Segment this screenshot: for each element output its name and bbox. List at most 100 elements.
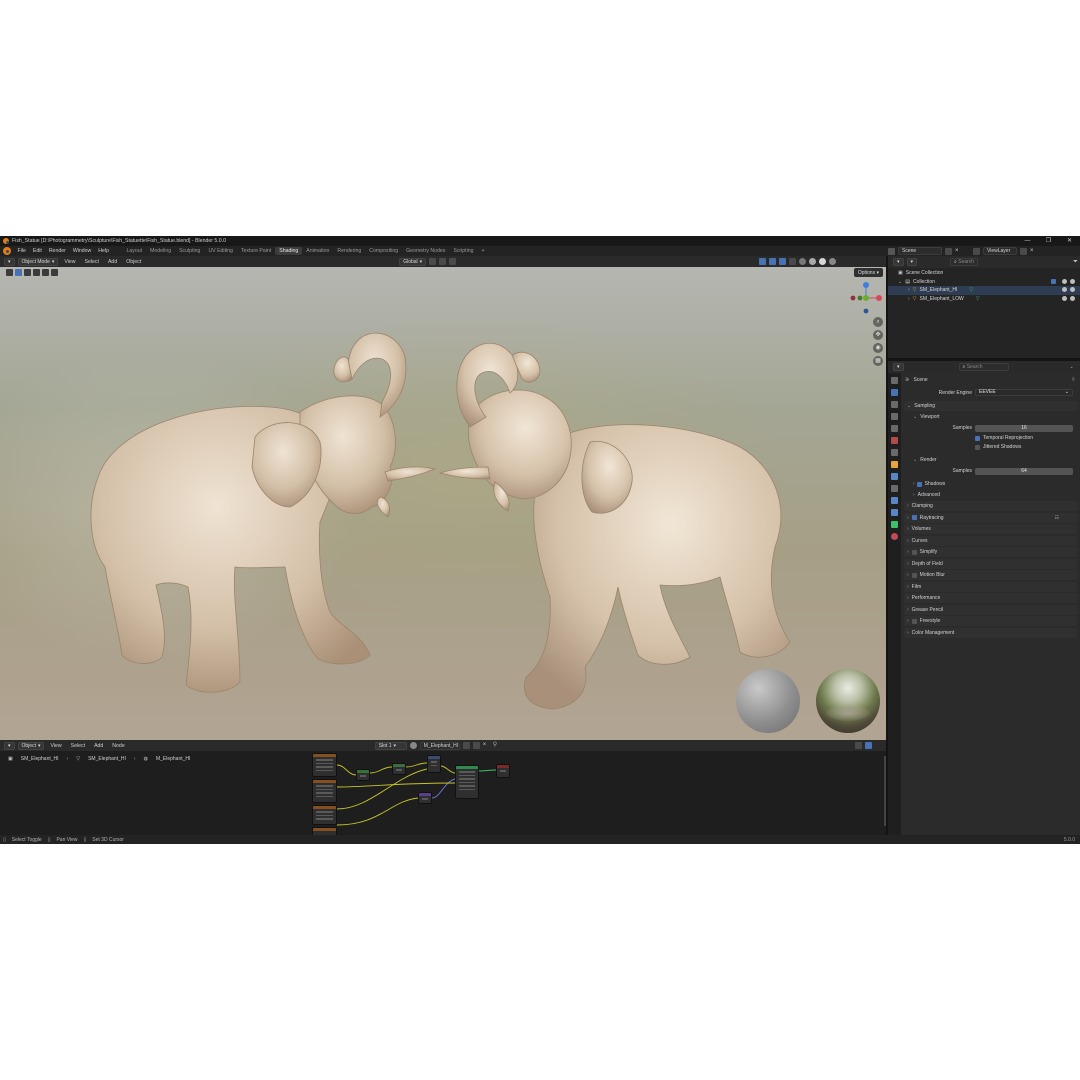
editor-type-button[interactable]: ▾	[4, 257, 15, 266]
eye-icon[interactable]	[1062, 295, 1067, 301]
add-workspace-button[interactable]: +	[478, 247, 489, 255]
blender-menu-icon[interactable]	[3, 247, 11, 255]
minimize-button[interactable]: —	[1017, 236, 1038, 246]
principled-bsdf-node[interactable]	[455, 765, 479, 799]
object-tab-icon[interactable]	[891, 461, 898, 468]
new-viewlayer-icon[interactable]	[1020, 247, 1027, 255]
view-layer-tab-icon[interactable]	[891, 413, 898, 420]
panel-sampling[interactable]: ⌄ Sampling	[904, 401, 1077, 411]
tab-rendering[interactable]: Rendering	[333, 247, 365, 255]
image-texture-node[interactable]	[312, 753, 337, 777]
menu-window[interactable]: Window	[69, 248, 94, 254]
tab-animation[interactable]: Animation	[302, 247, 333, 255]
tab-uv-editing[interactable]: UV Editing	[204, 247, 237, 255]
pivot-point-icon[interactable]	[429, 258, 437, 265]
fake-user-icon[interactable]	[462, 742, 470, 749]
node-menu-view[interactable]: View	[47, 743, 64, 749]
subpanel-viewport[interactable]: ⌄ Viewport	[901, 412, 1080, 422]
node-menu-select[interactable]: Select	[68, 743, 88, 749]
panel-freestyle[interactable]: › Freestyle	[904, 616, 1077, 626]
jittered-shadows-checkbox[interactable]	[975, 444, 980, 450]
shading-material-icon[interactable]	[819, 258, 827, 265]
outliner-search-input[interactable]: ⌕ Search	[950, 258, 979, 266]
tab-geometry-nodes[interactable]: Geometry Nodes	[402, 247, 449, 255]
viewlayer-field[interactable]: ViewLayer	[983, 247, 1017, 255]
camera-icon[interactable]	[1070, 278, 1075, 284]
expand-icon[interactable]: ›	[908, 287, 910, 293]
viewport-menu-add[interactable]: Add	[105, 259, 120, 265]
node-overlay-icon[interactable]	[854, 742, 862, 749]
panel-volumes[interactable]: › Volumes	[904, 524, 1077, 534]
pin-icon[interactable]: ⚲	[493, 742, 500, 749]
menu-file[interactable]: File	[14, 248, 29, 254]
viewport-menu-view[interactable]: View	[61, 259, 78, 265]
menu-help[interactable]: Help	[95, 248, 113, 254]
material-browse-icon[interactable]	[409, 742, 417, 749]
viewport-menu-select[interactable]: Select	[82, 259, 102, 265]
properties-editor-type-button[interactable]: ▾	[893, 363, 904, 371]
scene-field[interactable]: Scene	[898, 247, 942, 255]
camera-icon[interactable]	[1070, 295, 1075, 301]
panel-motion-blur[interactable]: › Motion Blur	[904, 570, 1077, 580]
particles-tab-icon[interactable]	[891, 485, 898, 492]
delete-scene-icon[interactable]: ×	[955, 248, 960, 255]
snapping-icon[interactable]	[439, 258, 447, 265]
node-snap-icon[interactable]	[864, 742, 872, 749]
outliner-row-sm-elephant-hi[interactable]: › ▽ SM_Elephant_HI ▽	[888, 286, 1080, 295]
maximize-button[interactable]: ❐	[1038, 236, 1059, 246]
tab-modeling[interactable]: Modeling	[146, 247, 175, 255]
collection-tab-icon[interactable]	[891, 449, 898, 456]
color-node[interactable]	[392, 763, 406, 775]
material-output-node[interactable]	[496, 764, 510, 778]
overlays-toggle-icon[interactable]	[779, 258, 787, 265]
expand-icon[interactable]: ›	[908, 296, 910, 302]
outliner-editor-type-button[interactable]: ▾	[893, 258, 904, 266]
3d-viewport[interactable]: Options ▾ ⌕ ✥ ◉ ▦	[0, 267, 886, 740]
gizmo-toggle-icon[interactable]	[769, 258, 777, 265]
tab-compositing[interactable]: Compositing	[365, 247, 402, 255]
node-editor-type-button[interactable]: ▾	[4, 741, 15, 750]
freestyle-checkbox[interactable]	[911, 618, 917, 624]
outliner-row-sm-elephant-low[interactable]: › ▽ SM_Elephant_LOW ▽	[888, 295, 1080, 304]
color-node[interactable]	[356, 769, 370, 781]
panel-grease-pencil[interactable]: › Grease Pencil	[904, 604, 1077, 615]
node-menu-node[interactable]: Node	[109, 743, 127, 749]
panel-performance[interactable]: › Performance	[904, 593, 1077, 603]
world-tab-icon[interactable]	[891, 437, 898, 444]
close-button[interactable]: ✕	[1059, 236, 1080, 246]
delete-viewlayer-icon[interactable]: ×	[1030, 248, 1035, 255]
render-samples-field[interactable]: 64	[975, 467, 1073, 475]
constraints-tab-icon[interactable]	[891, 509, 898, 516]
camera-icon[interactable]	[1070, 287, 1075, 292]
panel-film[interactable]: › Film	[904, 581, 1077, 592]
properties-options-icon[interactable]: ⌄	[1070, 364, 1077, 371]
normal-map-node[interactable]	[418, 792, 432, 804]
scene-tab-icon[interactable]	[891, 425, 898, 432]
raytracing-checkbox[interactable]	[911, 515, 917, 520]
output-tab-icon[interactable]	[891, 401, 898, 408]
mode-selector[interactable]: Object Mode ▾	[17, 257, 59, 266]
eye-icon[interactable]	[1062, 278, 1067, 284]
new-scene-icon[interactable]	[945, 247, 952, 255]
expand-icon[interactable]: ⌄	[898, 279, 902, 285]
image-texture-node[interactable]	[312, 827, 337, 835]
node-editor[interactable]: ▣ SM_Elephant_HI › ▽ SM_Elephant_HI › ◍ …	[0, 751, 886, 835]
presets-icon[interactable]: ☷	[1055, 515, 1059, 521]
subpanel-render[interactable]: ⌄ Render	[901, 455, 1080, 465]
jittered-shadows-row[interactable]: Jittered Shadows	[901, 442, 1080, 452]
transform-orientation-selector[interactable]: Global ▾	[399, 257, 427, 266]
filter-icon[interactable]: ⏷	[1073, 259, 1078, 266]
render-engine-selector[interactable]: EEVEE ⌄	[975, 389, 1073, 396]
tab-sculpting[interactable]: Sculpting	[175, 247, 204, 255]
shading-solid-icon[interactable]	[809, 258, 817, 265]
tab-texture-paint[interactable]: Texture Paint	[237, 247, 275, 255]
shading-wireframe-icon[interactable]	[799, 258, 807, 265]
unlink-material-icon[interactable]: ×	[483, 742, 490, 749]
subpanel-advanced[interactable]: › Advanced	[901, 490, 1080, 500]
render-tab-icon[interactable]	[891, 389, 898, 396]
duplicate-material-icon[interactable]	[472, 742, 480, 749]
panel-depth-of-field[interactable]: › Depth of Field	[904, 558, 1077, 569]
panel-clamping[interactable]: › Clamping	[904, 501, 1077, 511]
viewport-menu-object[interactable]: Object	[123, 259, 144, 265]
panel-curves[interactable]: › Curves	[904, 535, 1077, 546]
